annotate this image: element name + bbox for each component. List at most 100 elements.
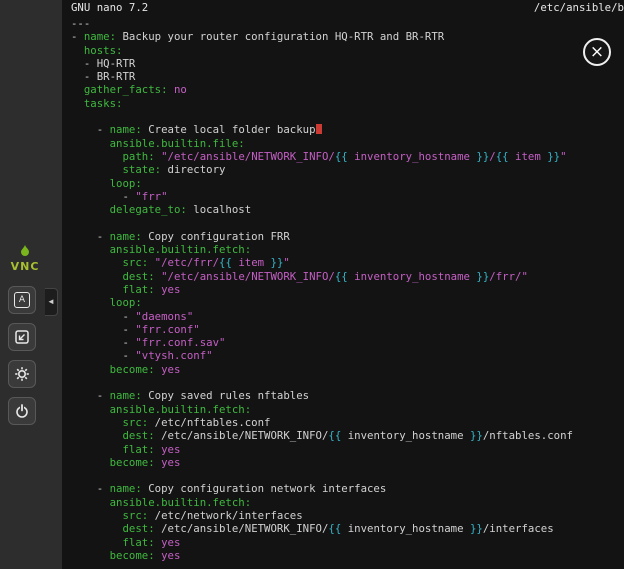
- code-token: ansible.builtin.fetch:: [110, 403, 252, 416]
- code-token: "/etc/frr/: [155, 256, 219, 269]
- code-token: yes: [161, 283, 180, 296]
- code-token: "/etc/ansible/NETWORK_INFO/: [161, 270, 335, 283]
- editor-line: - name: Copy saved rules nftables: [71, 389, 624, 402]
- code-token: ansible.builtin.fetch:: [110, 496, 252, 509]
- terminal[interactable]: GNU nano 7.2 /etc/ansible/b ---- name: B…: [62, 0, 624, 569]
- code-token: -: [71, 349, 135, 362]
- gear-icon: [14, 366, 30, 382]
- code-token: {{: [335, 150, 348, 163]
- vnc-viewer: VNC ◄ A: [0, 0, 624, 569]
- close-icon: ×: [590, 44, 604, 61]
- code-token: flat:: [122, 536, 154, 549]
- code-token: [71, 416, 122, 429]
- code-token: -: [71, 310, 135, 323]
- editor-line: - "frr": [71, 190, 624, 203]
- code-token: localhost: [187, 203, 251, 216]
- code-token: [71, 270, 122, 283]
- editor-line: [71, 110, 624, 123]
- code-token: /interfaces: [483, 522, 554, 535]
- control-bar-handle[interactable]: ◄: [45, 288, 58, 316]
- editor-line: [71, 376, 624, 389]
- code-token: name:: [110, 482, 142, 495]
- editor-line: - "frr.conf.sav": [71, 336, 624, 349]
- editor-line: [71, 216, 624, 229]
- editor-line: ---: [71, 17, 624, 30]
- code-token: Copy configuration FRR: [142, 230, 290, 243]
- code-token: /frr/": [489, 270, 528, 283]
- code-token: Create local folder backup: [142, 123, 316, 136]
- code-token: gather_facts:: [84, 83, 168, 96]
- keyboard-button[interactable]: A: [8, 286, 36, 314]
- code-token: [71, 429, 122, 442]
- editor-line: - HQ-RTR: [71, 57, 624, 70]
- code-token: src:: [122, 256, 148, 269]
- power-icon: [14, 403, 30, 419]
- code-token: no: [174, 83, 187, 96]
- code-token: inventory_hostname: [348, 270, 477, 283]
- code-token: Copy saved rules nftables: [142, 389, 309, 402]
- editor-line: delegate_to: localhost: [71, 203, 624, 216]
- code-token: [71, 83, 84, 96]
- fullscreen-icon: [14, 329, 30, 345]
- code-token: - BR-RTR: [71, 70, 135, 83]
- code-token: [71, 283, 122, 296]
- code-token: {{: [496, 150, 509, 163]
- code-token: - HQ-RTR: [71, 57, 135, 70]
- editor-line: - "daemons": [71, 310, 624, 323]
- settings-button[interactable]: [8, 360, 36, 388]
- code-token: inventory_hostname: [348, 150, 477, 163]
- code-token: [71, 97, 84, 110]
- code-token: [71, 443, 122, 456]
- editor-line: become: yes: [71, 549, 624, 562]
- code-token: yes: [161, 549, 180, 562]
- code-token: "vtysh.conf": [135, 349, 212, 362]
- code-token: yes: [161, 443, 180, 456]
- code-token: [71, 150, 122, 163]
- code-token: }}: [547, 150, 560, 163]
- code-token: Copy configuration network interfaces: [142, 482, 387, 495]
- code-token: [71, 363, 110, 376]
- editor-content[interactable]: ---- name: Backup your router configurat…: [62, 15, 624, 562]
- vnc-logo-text: VNC: [7, 260, 43, 273]
- editor-line: gather_facts: no: [71, 83, 624, 96]
- code-token: [71, 509, 122, 522]
- editor-line: hosts:: [71, 44, 624, 57]
- code-token: [71, 203, 110, 216]
- chevron-left-icon: ◄: [47, 297, 55, 306]
- nano-filename: /etc/ansible/b: [534, 0, 624, 15]
- code-token: ---: [71, 17, 90, 30]
- code-token: src:: [122, 416, 148, 429]
- vnc-flame-icon: [18, 245, 32, 257]
- vnc-logo: VNC: [7, 242, 43, 273]
- editor-line: src: /etc/network/interfaces: [71, 509, 624, 522]
- code-token: }}: [470, 429, 483, 442]
- editor-line: flat: yes: [71, 536, 624, 549]
- close-button[interactable]: ×: [583, 38, 611, 66]
- fullscreen-button[interactable]: [8, 323, 36, 351]
- editor-line: ansible.builtin.fetch:: [71, 243, 624, 256]
- editor-line: flat: yes: [71, 443, 624, 456]
- code-token: {{: [219, 256, 232, 269]
- editor-line: loop:: [71, 296, 624, 309]
- code-token: path:: [122, 150, 154, 163]
- code-token: name:: [110, 230, 142, 243]
- code-token: [71, 256, 122, 269]
- nano-titlebar: GNU nano 7.2 /etc/ansible/b: [62, 0, 624, 15]
- editor-line: become: yes: [71, 363, 624, 376]
- code-token: become:: [110, 456, 155, 469]
- code-token: {{: [328, 522, 341, 535]
- editor-line: src: /etc/nftables.conf: [71, 416, 624, 429]
- code-token: "/etc/ansible/NETWORK_INFO/: [161, 150, 335, 163]
- editor-line: path: "/etc/ansible/NETWORK_INFO/{{ inve…: [71, 150, 624, 163]
- code-token: ansible.builtin.file:: [110, 137, 245, 150]
- editor-line: - BR-RTR: [71, 70, 624, 83]
- code-token: directory: [161, 163, 225, 176]
- code-token: flat:: [122, 283, 154, 296]
- power-button[interactable]: [8, 397, 36, 425]
- code-token: {{: [335, 270, 348, 283]
- code-token: dest:: [122, 270, 154, 283]
- code-token: flat:: [122, 443, 154, 456]
- code-token: /etc/nftables.conf: [148, 416, 270, 429]
- code-token: ": [283, 256, 289, 269]
- code-token: -: [71, 123, 110, 136]
